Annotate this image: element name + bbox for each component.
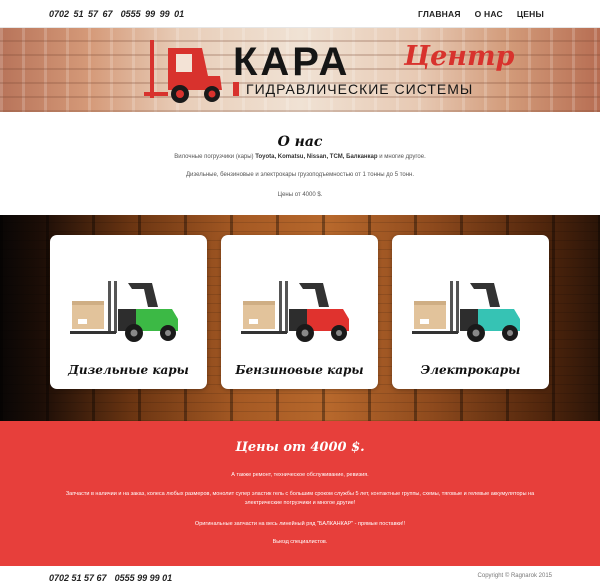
- card-gasoline-label[interactable]: Бензиновые кары: [221, 363, 378, 377]
- logo-title[interactable]: КАРА: [233, 40, 350, 84]
- card-diesel[interactable]: Дизельные кары: [50, 235, 207, 389]
- main-nav: ГЛАВНАЯ О НАС ЦЕНЫ: [418, 9, 544, 19]
- card-electric[interactable]: Электрокары: [392, 235, 549, 389]
- about-title: О нас: [277, 134, 323, 150]
- nav-link-about[interactable]: О НАС: [475, 9, 503, 19]
- card-diesel-label[interactable]: Дизельные кары: [50, 363, 207, 377]
- footer-phone-1[interactable]: 0702 51 57 67: [49, 573, 107, 583]
- nav-link-home[interactable]: ГЛАВНАЯ: [418, 9, 461, 19]
- copyright: Copyright © Ragnarok 2015: [477, 573, 552, 579]
- header-phone-1[interactable]: 0702 51 57 67: [49, 9, 113, 19]
- hero-banner: КАРА Центр ГИДРАВЛИЧЕСКИЕ СИСТЕМЫ: [0, 28, 600, 112]
- footer: 0702 51 57 67 0555 99 99 01 Copyright © R…: [0, 566, 600, 588]
- about-text-price: Цены от 4000 $.: [277, 192, 323, 198]
- nav-link-prices[interactable]: ЦЕНЫ: [517, 9, 544, 19]
- prices-section: Цены от 4000 $. А также ремонт, техничес…: [0, 421, 600, 566]
- product-cards-section: Дизельные кары Бензиновые кары Электрока…: [0, 215, 600, 421]
- about-text-brands: Вилочные погрузчики (кары) Toyota, Komat…: [0, 154, 600, 160]
- forklift-icon: [412, 281, 520, 342]
- header-phones: 0702 51 57 67 0555 99 99 01: [49, 9, 192, 19]
- forklift-icon: [70, 281, 178, 342]
- forklift-icon: [241, 281, 349, 342]
- logo-accent-bar: [233, 82, 239, 96]
- card-electric-label[interactable]: Электрокары: [392, 363, 549, 377]
- logo-script[interactable]: Центр: [404, 41, 514, 73]
- logo-subtitle: ГИДРАВЛИЧЕСКИЕ СИСТЕМЫ: [246, 81, 474, 97]
- logo-forklift-icon[interactable]: [142, 36, 228, 106]
- prices-text-parts: Запчасти в наличии и на заказ, колеса лю…: [65, 491, 535, 506]
- about-brands-tail: и многие другое.: [379, 154, 426, 160]
- prices-text-onsite: Выезд специалистов.: [272, 539, 328, 545]
- footer-phone-2[interactable]: 0555 99 99 01: [115, 573, 173, 583]
- header-phone-2[interactable]: 0555 99 99 01: [121, 9, 185, 19]
- prices-text-original-parts: Оригинальные запчасти на весь линейный р…: [194, 521, 406, 527]
- footer-phones: 0702 51 57 67 0555 99 99 01: [49, 573, 180, 583]
- about-section: О нас Вилочные погрузчики (кары) Toyota,…: [0, 112, 600, 215]
- top-bar: 0702 51 57 67 0555 99 99 01 ГЛАВНАЯ О НАС…: [0, 0, 600, 28]
- about-text-types: Дизельные, бензиновые и электрокары груз…: [185, 172, 415, 178]
- about-brands-lead: Вилочные погрузчики (кары): [174, 154, 254, 160]
- prices-title: Цены от 4000 $.: [235, 440, 365, 455]
- about-brands-list: Toyota, Komatsu, Nissan, TCM, Балканкар: [255, 154, 378, 160]
- prices-text-service: А также ремонт, техническое обслуживание…: [231, 472, 369, 478]
- card-gasoline[interactable]: Бензиновые кары: [221, 235, 378, 389]
